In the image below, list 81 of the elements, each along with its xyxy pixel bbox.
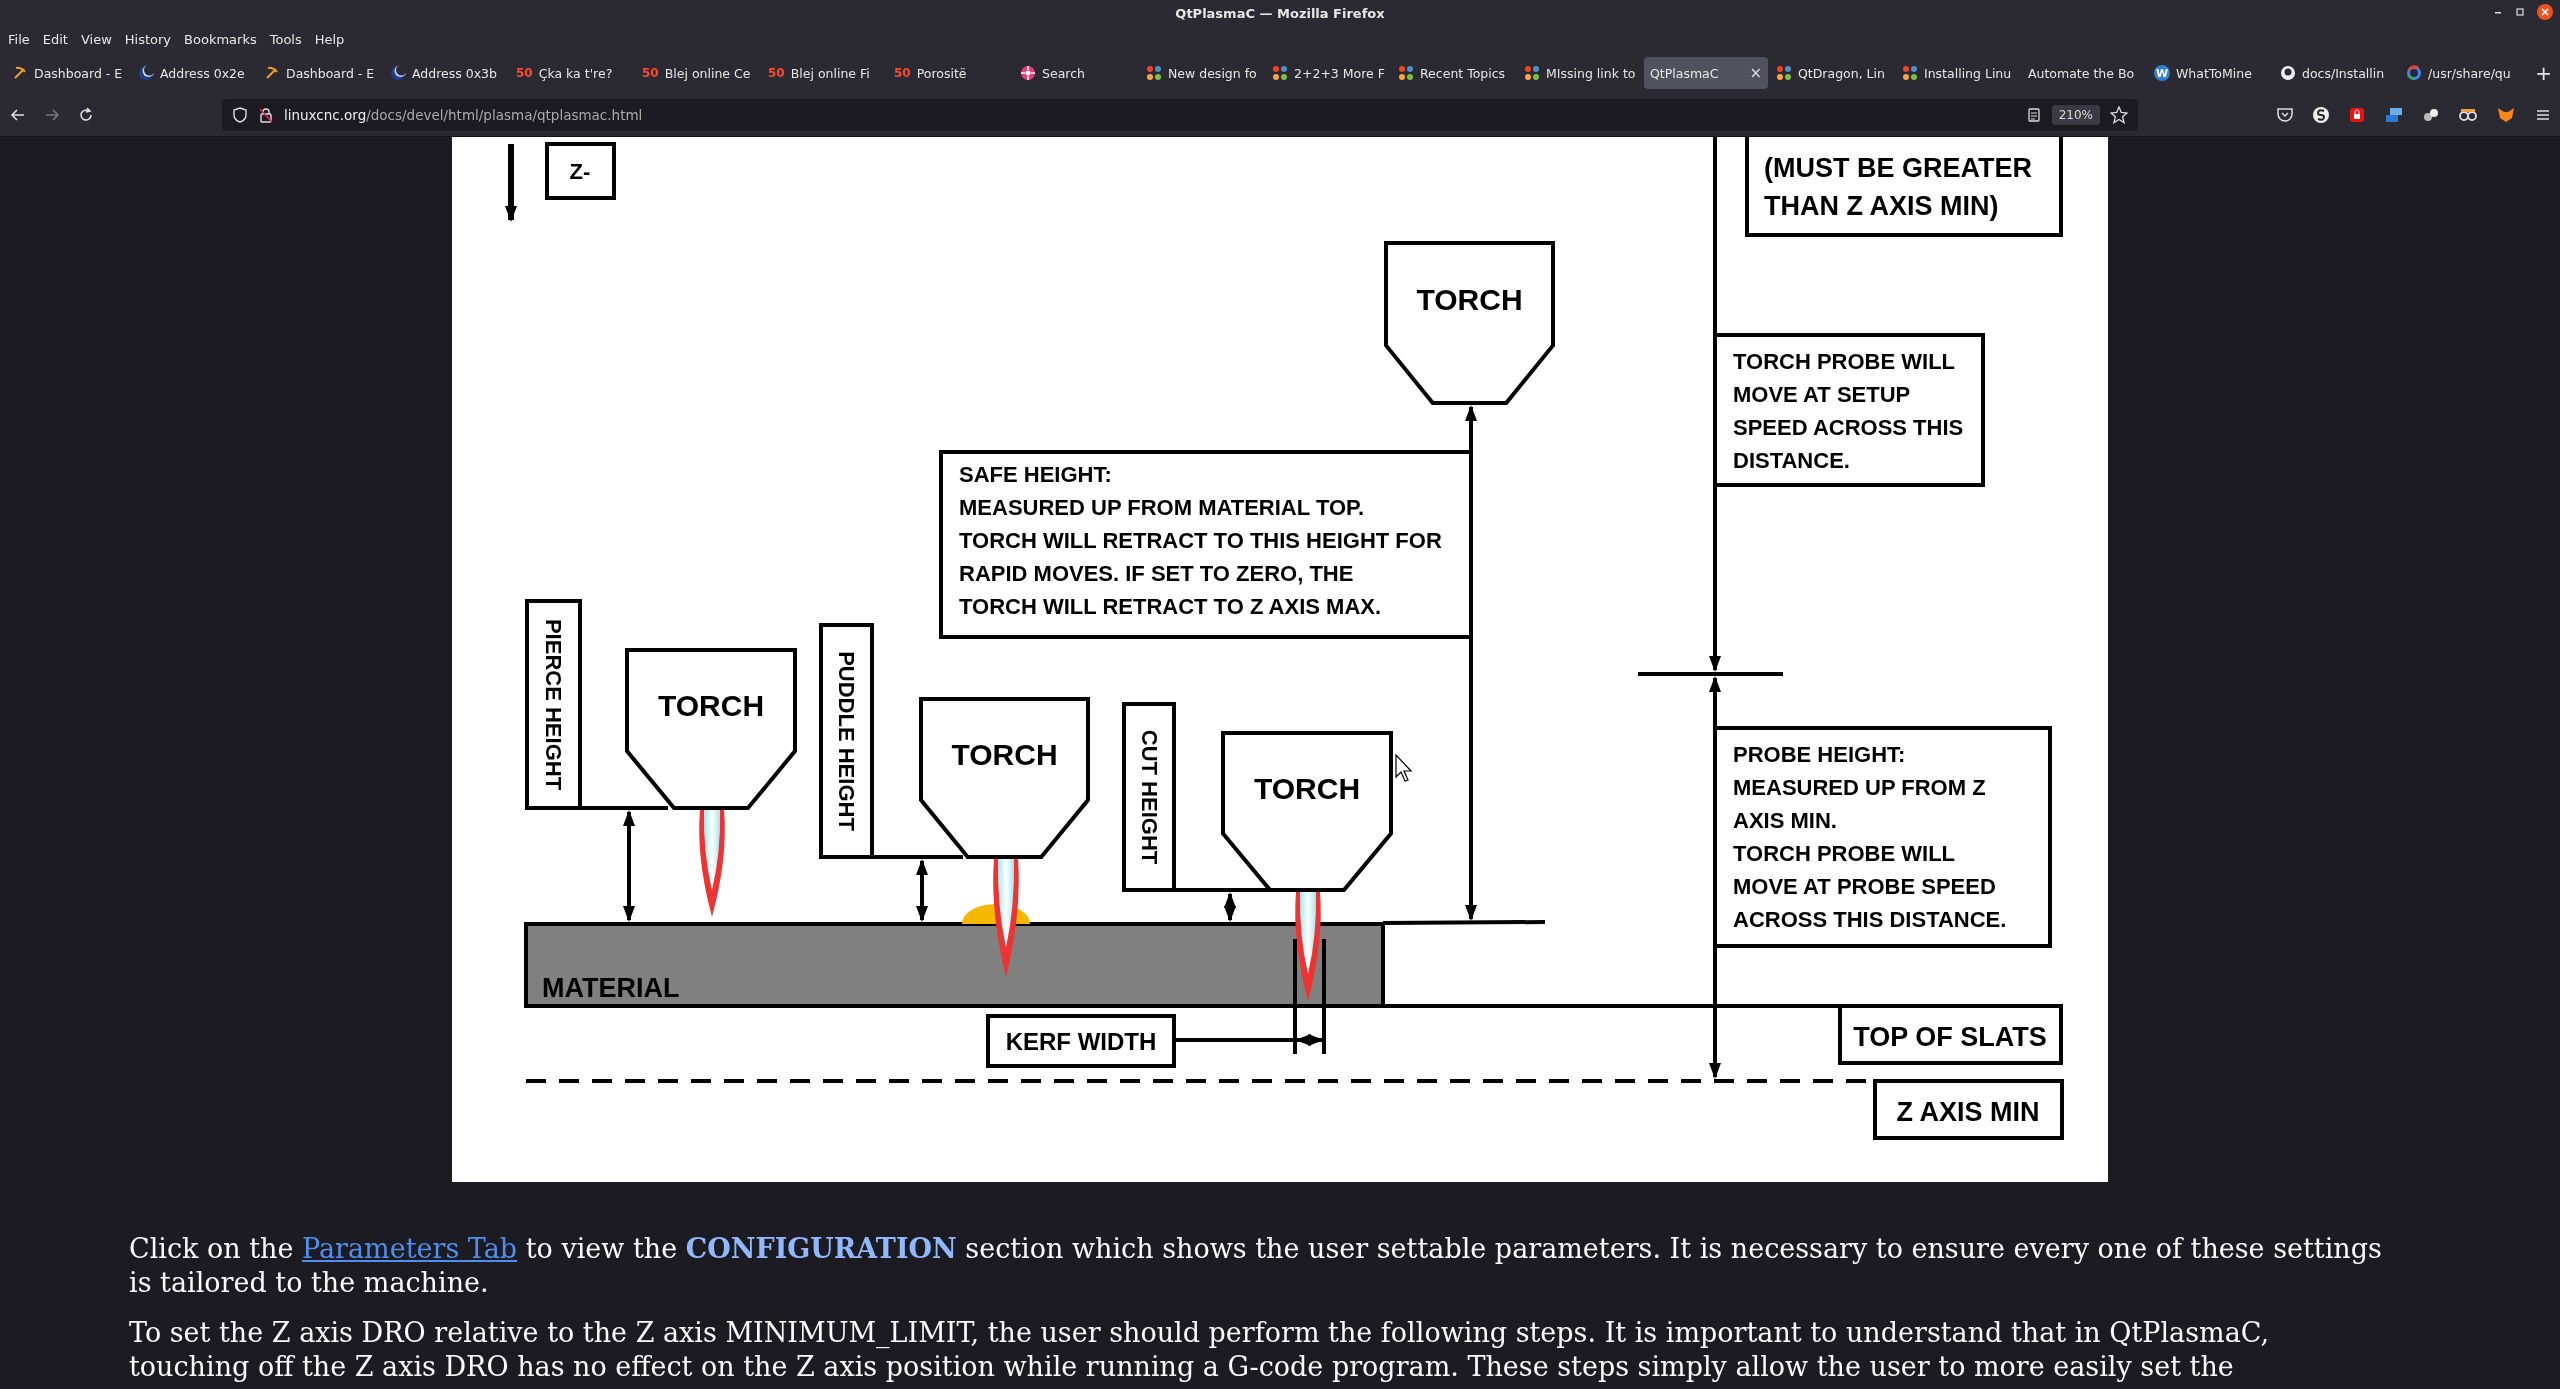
reader-view-icon[interactable] xyxy=(2025,107,2042,123)
zoom-level-button[interactable]: 210% xyxy=(2051,105,2100,125)
browser-tab[interactable]: Automate the Bo xyxy=(2022,57,2146,89)
browser-tab[interactable]: Address 0x3b xyxy=(384,57,508,89)
joomla-icon xyxy=(1146,65,1162,81)
browser-tab[interactable]: Address 0x2e xyxy=(132,57,256,89)
pinwheel-icon xyxy=(1020,65,1036,81)
joomla-icon xyxy=(1776,65,1792,81)
browser-tab[interactable]: /usr/share/qu xyxy=(2400,57,2524,89)
menu-item[interactable]: File xyxy=(8,31,30,47)
browser-tab[interactable]: 50 Porositë xyxy=(888,57,1012,89)
menu-item[interactable]: Bookmarks xyxy=(184,31,257,47)
restore-icon[interactable] xyxy=(2514,6,2526,18)
extension-icon[interactable] xyxy=(2422,106,2440,124)
mouse-pointer-icon xyxy=(1395,753,1413,782)
moon-icon xyxy=(138,65,154,81)
browser-tab[interactable]: Search xyxy=(1014,57,1138,89)
browser-tab[interactable]: Recent Topics xyxy=(1392,57,1516,89)
menu-item[interactable]: View xyxy=(80,31,112,47)
pickaxe-icon xyxy=(12,65,28,81)
new-tab-button[interactable]: + xyxy=(2535,61,2552,85)
label-box: KERF WIDTH xyxy=(986,1014,1176,1068)
link[interactable]: Parameters Tab xyxy=(302,1233,518,1264)
menu-item[interactable]: Help xyxy=(314,31,345,47)
github-icon xyxy=(2280,65,2296,81)
pickaxe-icon xyxy=(264,65,280,81)
torch-drawing: TORCH xyxy=(625,648,797,810)
extension-icon[interactable] xyxy=(2384,106,2404,124)
menu-item[interactable]: Tools xyxy=(269,31,302,47)
label-box: TOP OF SLATS xyxy=(1838,1004,2063,1065)
height-label: PUDDLE HEIGHT xyxy=(819,623,874,859)
browser-tab[interactable]: W WhatToMine xyxy=(2148,57,2272,89)
browser-tab[interactable]: Dashboard - E xyxy=(258,57,382,89)
extension-icon[interactable] xyxy=(2458,106,2478,124)
tab-close-button[interactable]: × xyxy=(1749,64,1762,82)
note-box: (MUST BE GREATER THAN Z AXIS MIN) xyxy=(1745,137,2063,237)
star-icon[interactable] xyxy=(2110,106,2128,124)
extension-icon[interactable] xyxy=(2312,106,2330,124)
label-box: Z AXIS MIN xyxy=(1873,1079,2064,1140)
logo-icon: 50 xyxy=(516,66,533,80)
browser-tab[interactable]: docs/Installin xyxy=(2274,57,2398,89)
height-label: CUT HEIGHT xyxy=(1122,702,1176,892)
axis-label: Z- xyxy=(545,142,616,200)
joomla-icon xyxy=(1524,65,1540,81)
url-text: linuxcnc.org/docs/devel/html/plasma/qtplasmac.html xyxy=(284,107,644,123)
joomla-icon xyxy=(1398,65,1414,81)
moon-icon xyxy=(390,65,406,81)
extension-icon[interactable] xyxy=(2348,106,2366,124)
height-label: PIERCE HEIGHT xyxy=(525,599,582,810)
fox-icon[interactable] xyxy=(2496,106,2516,124)
logo-icon: W xyxy=(2154,65,2170,81)
browser-tab[interactable]: 50 Blej online Fi xyxy=(762,57,886,89)
browser-tab[interactable]: Installing Linu xyxy=(1896,57,2020,89)
browser-tab[interactable]: QtPlasmaC × xyxy=(1644,57,1768,89)
browser-tab[interactable]: 50 Çka ka t're? xyxy=(510,57,634,89)
browser-tab[interactable]: Dashboard - E xyxy=(6,57,130,89)
menu-item[interactable]: Edit xyxy=(42,31,68,47)
address-field[interactable]: linuxcnc.org/docs/devel/html/plasma/qtplasmac.html 210% xyxy=(222,99,2138,131)
joomla-icon xyxy=(1272,65,1288,81)
lock-icon xyxy=(258,107,274,123)
logo-icon: 50 xyxy=(768,66,785,80)
torch-drawing: TORCH xyxy=(1221,731,1393,892)
shield-icon xyxy=(232,107,248,123)
joomla-icon xyxy=(1902,65,1918,81)
logo-icon: 50 xyxy=(642,66,659,80)
browser-tab[interactable]: 2+2+3 More F xyxy=(1266,57,1390,89)
menu-item[interactable]: History xyxy=(124,31,172,47)
paragraph: Click on the Parameters Tab to view the CONFIGURATION section which shows the user settable parameters. It is necessary to ensure every one of these settings is tailored to the machine. xyxy=(129,1232,2383,1300)
close-icon[interactable] xyxy=(2536,3,2554,21)
logo-icon: 50 xyxy=(894,66,911,80)
window-title: QtPlasmaC — Mozilla Firefox xyxy=(1175,5,1385,21)
paragraph: To set the Z axis DRO relative to the Z axis MINIMUM_LIMIT, the user should perform the following steps. It is important to understand that in QtPlasmaC, touching off the Z axis DRO has no effect on the Z axis position while running a G-code program. These steps simply allow the user to more easily set the xyxy=(129,1316,2271,1384)
browser-tab[interactable]: MIssing link to xyxy=(1518,57,1642,89)
material-block: MATERIAL xyxy=(524,922,1385,1008)
browser-tab[interactable]: New design fo xyxy=(1140,57,1264,89)
browser-tab[interactable]: QtDragon, Lin xyxy=(1770,57,1894,89)
google-icon xyxy=(2406,65,2422,81)
torch-drawing: TORCH xyxy=(1384,241,1555,405)
torch-drawing: TORCH xyxy=(919,697,1090,859)
browser-tab[interactable]: 50 Blej online Ce xyxy=(636,57,760,89)
pocket-icon[interactable] xyxy=(2276,106,2294,124)
